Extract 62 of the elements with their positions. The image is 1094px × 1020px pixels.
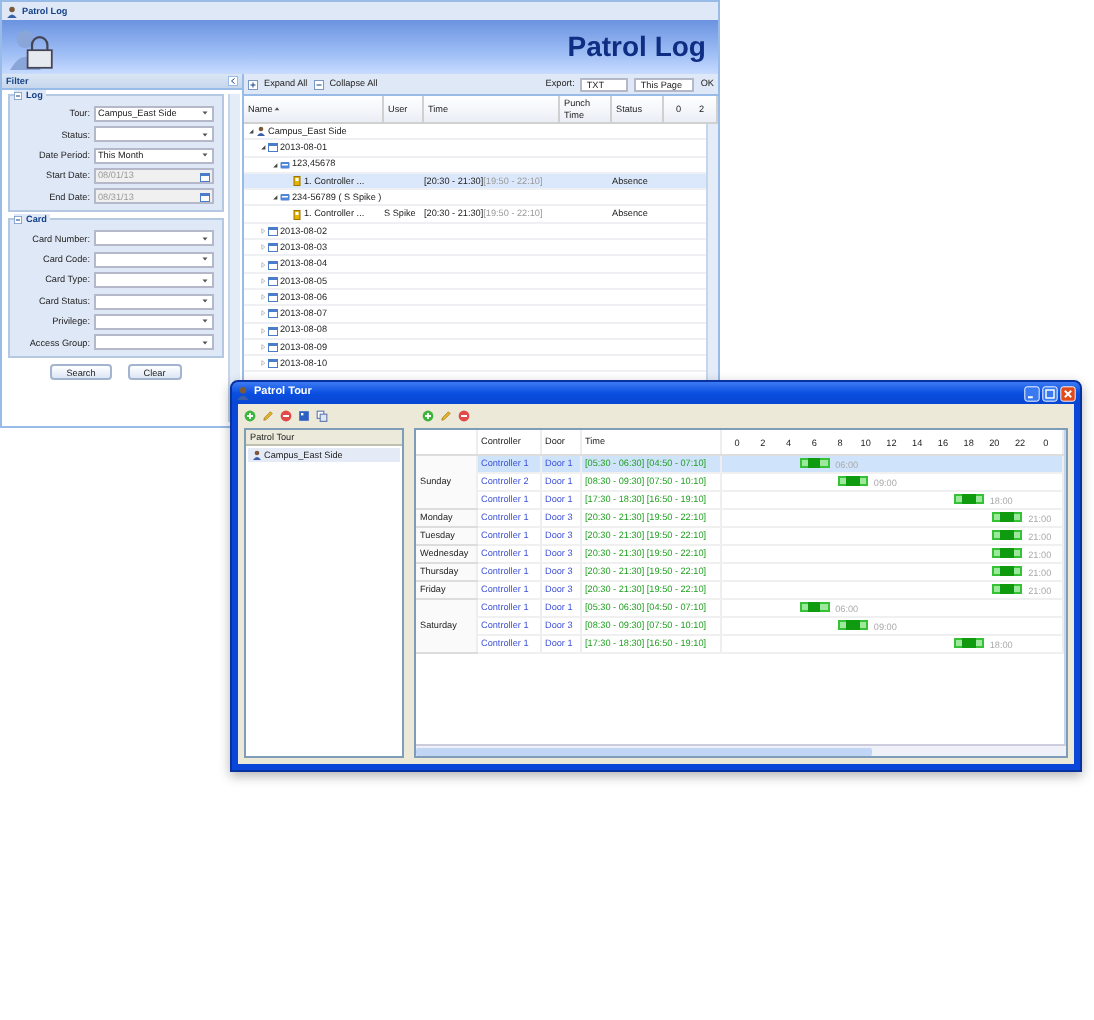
time-bar xyxy=(807,602,821,612)
collapsed-arrow-icon[interactable] xyxy=(260,227,266,234)
collapsed-arrow-icon[interactable] xyxy=(260,310,266,317)
site-icon xyxy=(256,126,266,137)
card-icon xyxy=(280,159,290,170)
card-icon xyxy=(280,192,290,203)
scrollbar[interactable] xyxy=(416,744,1066,756)
grid-icon[interactable] xyxy=(298,410,310,422)
time-bar xyxy=(1000,566,1014,576)
delete-icon[interactable] xyxy=(458,410,470,422)
collapsed-arrow-icon[interactable] xyxy=(260,294,266,301)
collapse-icon[interactable] xyxy=(14,216,22,225)
time-bar xyxy=(1000,512,1014,522)
expanded-arrow-icon[interactable] xyxy=(248,128,254,135)
close-icon[interactable] xyxy=(1060,385,1076,401)
padlock-icon xyxy=(10,25,54,69)
collapsed-arrow-icon[interactable] xyxy=(260,360,266,367)
sort-arrow-icon xyxy=(274,106,281,112)
edit-icon[interactable] xyxy=(262,410,274,422)
collapsed-arrow-icon[interactable] xyxy=(260,277,266,284)
time-bar xyxy=(962,494,976,504)
collapsed-arrow-icon[interactable] xyxy=(260,261,266,268)
expand-icon[interactable] xyxy=(248,79,258,89)
add-icon[interactable] xyxy=(422,410,434,422)
app-icon xyxy=(6,5,18,17)
collapsed-arrow-icon[interactable] xyxy=(260,244,266,251)
time-bar xyxy=(1000,548,1014,558)
collapsed-arrow-icon[interactable] xyxy=(260,327,266,334)
minimize-icon[interactable] xyxy=(1024,385,1040,401)
time-bar xyxy=(846,620,860,630)
calendar-icon xyxy=(268,142,278,153)
copy-icon[interactable] xyxy=(316,410,328,422)
controller-icon xyxy=(292,176,302,187)
collapsed-arrow-icon[interactable] xyxy=(260,344,266,350)
collapse-icon[interactable] xyxy=(313,79,324,89)
collapse-icon[interactable] xyxy=(14,91,22,100)
time-bar xyxy=(962,638,976,648)
app-icon xyxy=(236,386,250,400)
scrollbar[interactable] xyxy=(228,94,240,422)
maximize-icon[interactable] xyxy=(1042,385,1058,401)
dropdown-field[interactable] xyxy=(94,334,214,351)
dropdown-field[interactable] xyxy=(94,313,214,330)
expanded-arrow-icon[interactable] xyxy=(272,194,278,201)
dropdown-field[interactable] xyxy=(94,251,214,268)
collapse-icon[interactable] xyxy=(228,76,238,86)
delete-icon[interactable] xyxy=(280,410,292,422)
dropdown-field[interactable] xyxy=(94,126,214,143)
time-bar xyxy=(807,458,821,468)
time-bar xyxy=(1000,584,1014,594)
add-icon[interactable] xyxy=(244,410,256,422)
expanded-arrow-icon[interactable] xyxy=(272,161,278,168)
dropdown-field[interactable] xyxy=(94,293,214,310)
dropdown-field[interactable] xyxy=(94,230,214,247)
expanded-arrow-icon[interactable] xyxy=(260,144,266,151)
scrollbar[interactable] xyxy=(1063,430,1066,744)
banner-title: Patrol Log xyxy=(567,30,706,64)
time-bar xyxy=(846,476,860,486)
site-icon xyxy=(252,450,262,460)
controller-icon xyxy=(292,209,302,220)
dropdown-field[interactable] xyxy=(94,272,214,289)
time-bar xyxy=(1000,530,1014,540)
edit-icon[interactable] xyxy=(440,410,452,422)
